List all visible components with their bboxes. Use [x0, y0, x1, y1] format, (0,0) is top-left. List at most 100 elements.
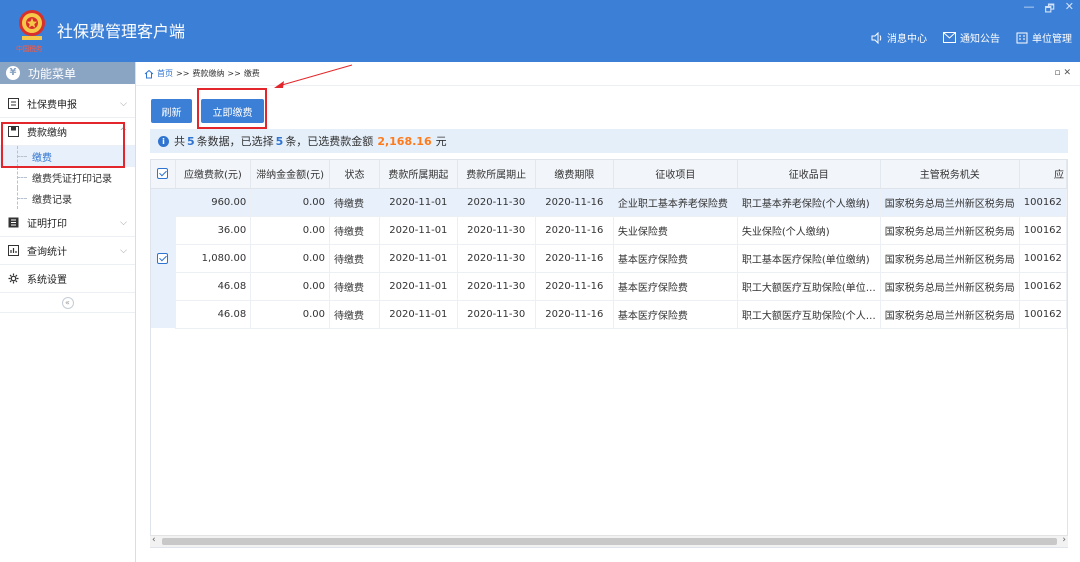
mail-icon: [943, 32, 956, 43]
summary-text2: 条，已选费款金额: [285, 135, 374, 148]
summary-amount: 2,168.16: [377, 134, 432, 148]
sidebar-item-label: 社保费申报: [27, 100, 77, 111]
payment-grid: 应缴费款(元) 滞纳金金额(元) 状态 费款所属期起 费款所属期止 缴费期限 征…: [151, 160, 1067, 329]
sidebar-item-query-stats[interactable]: 查询统计 ⌵: [0, 237, 135, 265]
sidebar-item-label: 证明打印: [27, 219, 67, 230]
message-center-label: 消息中心: [887, 34, 927, 45]
column-header[interactable]: 征收品目: [737, 160, 881, 189]
column-header[interactable]: 费款所属期止: [457, 160, 536, 189]
app-title: 社保费管理客户端: [57, 22, 186, 41]
refresh-button[interactable]: 刷新: [151, 99, 192, 123]
column-header[interactable]: 费款所属期起: [379, 160, 458, 189]
table-cell: 职工大额医疗互助保险(个人…: [737, 300, 881, 329]
horizontal-scrollbar[interactable]: ‹ ›: [150, 535, 1068, 547]
subitem-label: 缴费: [32, 153, 52, 164]
chevron-down-icon: ⌵: [120, 99, 127, 109]
checkbox-checked-icon: [157, 168, 169, 179]
app-header: 中国税务 社保费管理客户端 — 🗗 ✕ 消息中心 通知公告 单位管理: [0, 0, 1080, 62]
breadcrumb-home-link[interactable]: 首页: [157, 68, 173, 79]
table-cell: 基本医疗保险费: [613, 300, 738, 329]
tax-emblem-icon: [19, 10, 45, 40]
close-icon[interactable]: ✕: [1065, 0, 1074, 19]
table-cell: 100162: [1019, 272, 1067, 301]
home-icon: [144, 69, 154, 78]
sidebar-subitem-payment-records[interactable]: 缴费记录: [0, 188, 135, 209]
table-cell: 待缴费: [329, 244, 381, 273]
breadcrumb-current: 缴费: [243, 69, 260, 78]
sidebar-item-label: 查询统计: [27, 247, 67, 258]
sidebar-item-settings[interactable]: 系统设置: [0, 265, 135, 293]
table-cell: 2020-11-30: [457, 300, 536, 329]
tab-controls: ▫✕: [1054, 68, 1074, 78]
table-row[interactable]: 1,080.00 0.00 待缴费 2020-11-01 2020-11-30 …: [151, 244, 1067, 273]
column-header[interactable]: 状态: [329, 160, 381, 189]
column-header[interactable]: 滞纳金金额(元): [250, 160, 330, 189]
summary-total: 5: [187, 134, 195, 148]
print-icon: [8, 217, 19, 228]
table-cell: 职工基本养老保险(个人缴纳): [737, 188, 881, 217]
sidebar-subitem-pay[interactable]: 缴费: [0, 146, 135, 167]
summary-prefix: 共: [174, 135, 185, 148]
summary-selected: 5: [275, 134, 284, 148]
yuan-icon: ¥: [6, 66, 20, 80]
table-row[interactable]: 36.00 0.00 待缴费 2020-11-01 2020-11-30 202…: [151, 216, 1067, 245]
sidebar-item-payment[interactable]: 费款缴纳 ^: [0, 118, 135, 146]
summary-text1: 条数据，已选择: [196, 135, 274, 148]
table-row[interactable]: 960.00 0.00 待缴费 2020-11-01 2020-11-30 20…: [151, 188, 1067, 328]
scroll-right-icon[interactable]: ›: [1062, 535, 1066, 545]
close-tab-icon[interactable]: ✕: [1063, 68, 1074, 78]
form-icon: [8, 98, 19, 109]
scroll-thumb[interactable]: [162, 538, 1057, 545]
table-cell: 职工基本医疗保险(单位缴纳): [737, 244, 881, 273]
table-cell: 0.00: [250, 244, 330, 273]
selection-summary: i 共 5 条数据，已选择 5 条，已选费款金额 2,168.16 元: [150, 129, 1068, 153]
table-cell: 2020-11-01: [379, 188, 458, 217]
select-all-checkbox[interactable]: [151, 160, 176, 189]
restore-icon[interactable]: 🗗: [1044, 0, 1054, 19]
scroll-left-icon[interactable]: ‹: [152, 535, 156, 545]
unit-management-button[interactable]: 单位管理: [1016, 30, 1072, 45]
pay-now-button[interactable]: 立即缴费: [201, 99, 264, 123]
column-header[interactable]: 应缴费款(元): [175, 160, 252, 189]
minimize-icon[interactable]: —: [1023, 0, 1034, 19]
table-cell: 待缴费: [329, 188, 381, 217]
table-cell: 2020-11-01: [379, 216, 458, 245]
table-cell: 2020-11-16: [535, 216, 614, 245]
table-cell: 企业职工基本养老保险费: [613, 188, 738, 217]
chevron-up-icon: ^: [119, 127, 127, 137]
sidebar-item-certificate-print[interactable]: 证明打印 ⌵: [0, 209, 135, 237]
table-cell: 960.00: [175, 188, 252, 217]
sidebar-item-label: 系统设置: [27, 275, 67, 286]
table-cell: 0.00: [250, 272, 330, 301]
column-header[interactable]: 主管税务机关: [880, 160, 1020, 189]
table-cell: 2020-11-01: [379, 300, 458, 329]
speaker-icon: [871, 31, 882, 44]
table-cell: 待缴费: [329, 216, 381, 245]
notice-button[interactable]: 通知公告: [943, 30, 1000, 45]
summary-unit: 元: [435, 135, 447, 148]
column-header[interactable]: 应: [1019, 160, 1067, 189]
table-row[interactable]: 46.08 0.00 待缴费 2020-11-01 2020-11-30 202…: [151, 272, 1067, 301]
sidebar-title: 功能菜单: [28, 66, 77, 81]
table-cell: 2020-11-16: [535, 272, 614, 301]
collapse-sidebar-button[interactable]: «: [61, 296, 74, 309]
sidebar-item-declare[interactable]: 社保费申报 ⌵: [0, 90, 135, 118]
window-controls: — 🗗 ✕: [1023, 0, 1074, 19]
sidebar-collapse-row: «: [0, 293, 135, 313]
table-cell: 100162: [1019, 244, 1067, 273]
table-cell: 国家税务总局兰州新区税务局: [880, 300, 1020, 329]
breadcrumb-separator: >>: [227, 69, 241, 78]
table-header-row: 应缴费款(元) 滞纳金金额(元) 状态 费款所属期起 费款所属期止 缴费期限 征…: [151, 160, 1067, 189]
table-cell: 2020-11-01: [379, 272, 458, 301]
table-cell: 2020-11-30: [457, 244, 536, 273]
row-group-checkbox[interactable]: [151, 188, 176, 328]
chart-icon: [8, 245, 19, 256]
message-center-button[interactable]: 消息中心: [871, 30, 927, 45]
table-cell: 2020-11-01: [379, 244, 458, 273]
column-header[interactable]: 缴费期限: [535, 160, 614, 189]
sidebar-subitem-voucher-print[interactable]: 缴费凭证打印记录: [0, 167, 135, 188]
breadcrumb-level1[interactable]: 费款缴纳: [192, 68, 224, 79]
pay-icon: [8, 126, 19, 137]
table-row[interactable]: 46.08 0.00 待缴费 2020-11-01 2020-11-30 202…: [151, 300, 1067, 329]
column-header[interactable]: 征收项目: [613, 160, 738, 189]
